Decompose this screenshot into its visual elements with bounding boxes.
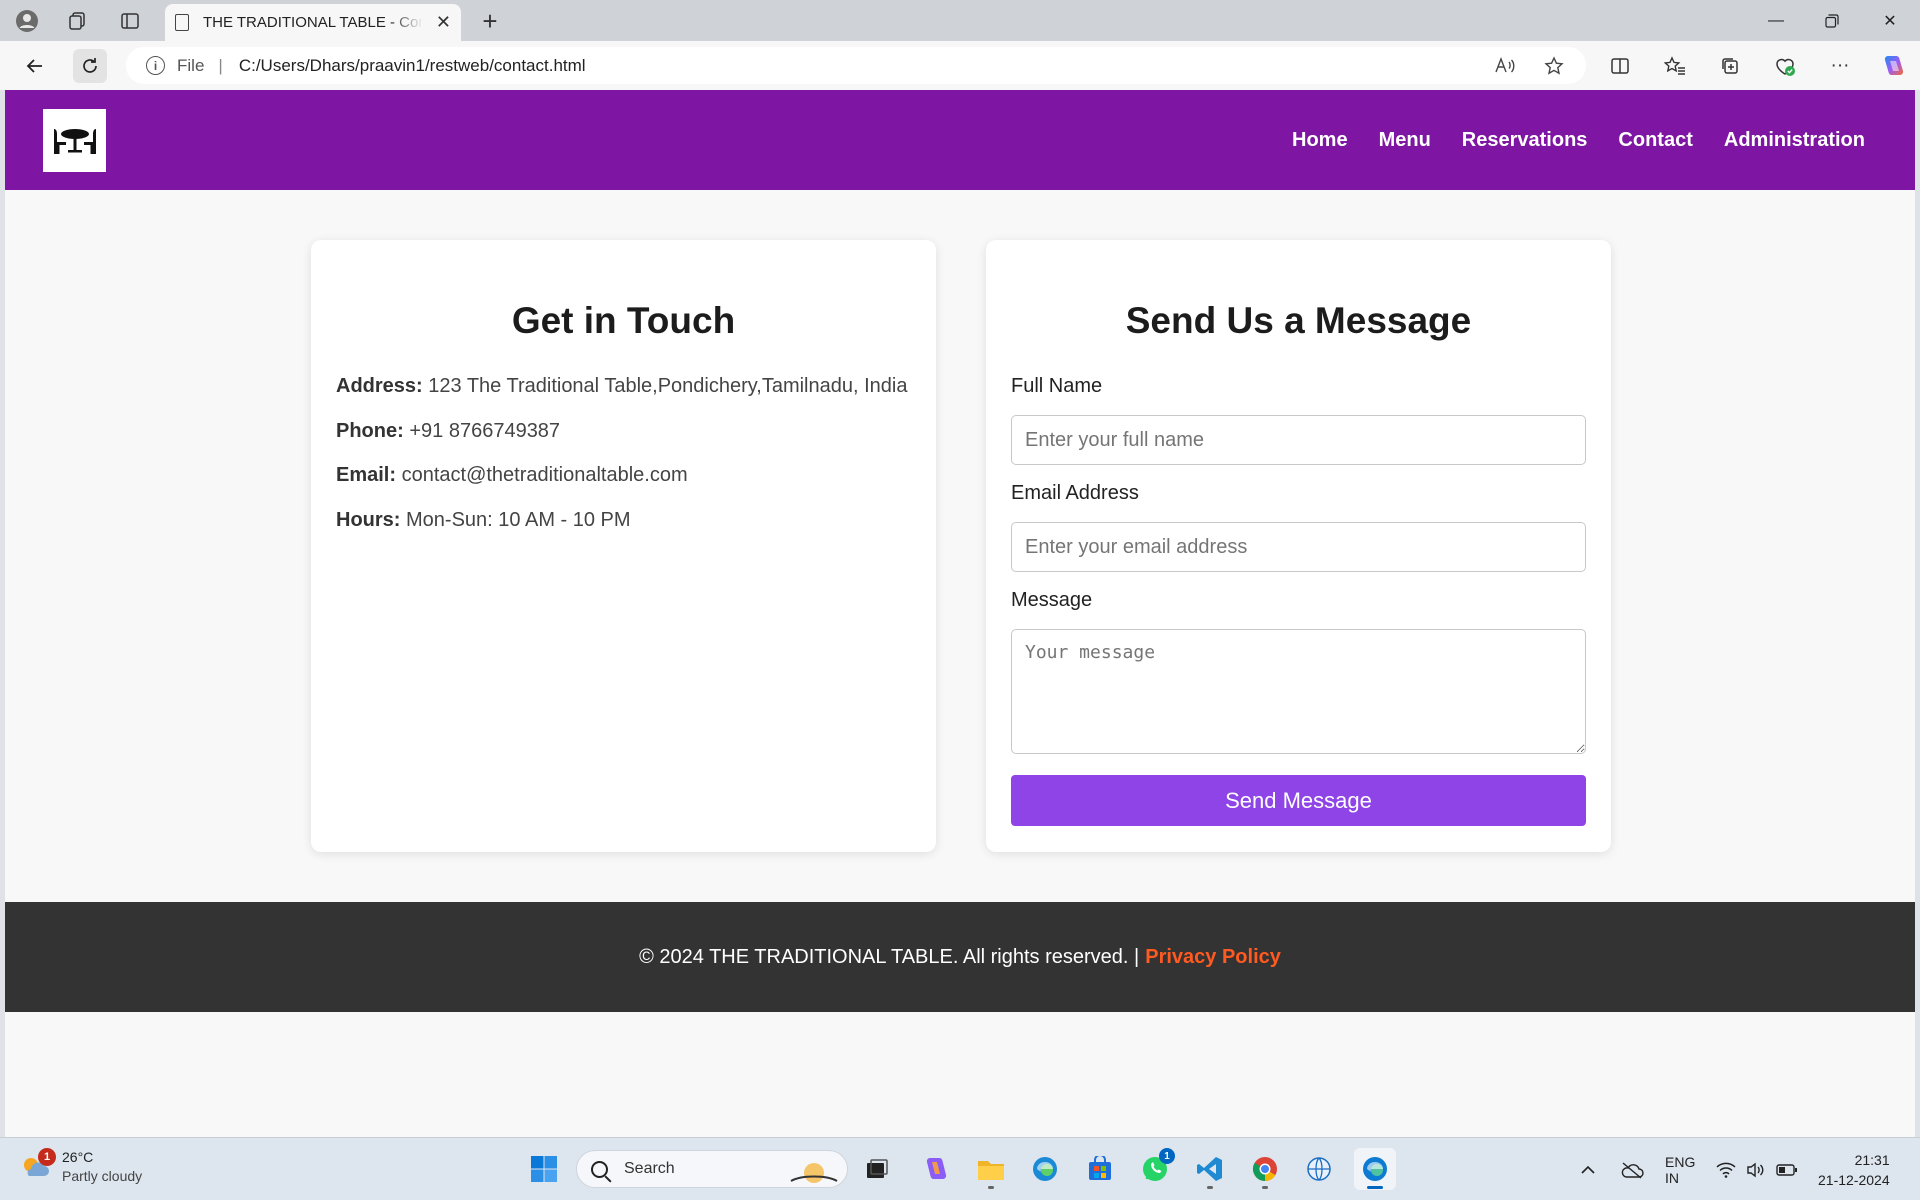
search-icon <box>591 1160 608 1178</box>
site-header: Home Menu Reservations Contact Administr… <box>5 90 1915 190</box>
globe-app-icon[interactable] <box>1298 1148 1340 1190</box>
task-view-button[interactable] <box>856 1148 898 1190</box>
chrome-icon[interactable] <box>1244 1148 1286 1190</box>
start-button[interactable] <box>523 1148 565 1190</box>
browser-essentials-icon[interactable] <box>1768 49 1802 83</box>
language-indicator[interactable]: ENG IN <box>1665 1138 1695 1200</box>
site-footer: © 2024 THE TRADITIONAL TABLE. All rights… <box>5 902 1915 1012</box>
clock-date: 21-12-2024 <box>1818 1171 1890 1188</box>
file-explorer-icon[interactable] <box>970 1148 1012 1190</box>
nav-menu[interactable]: Menu <box>1379 129 1431 152</box>
email-label: Email: <box>336 464 397 486</box>
phone-value: +91 8766749387 <box>409 420 561 442</box>
new-tab-icon[interactable]: + <box>475 6 505 36</box>
dining-table-icon <box>53 128 96 154</box>
main-nav: Home Menu Reservations Contact Administr… <box>1261 90 1865 190</box>
weather-icon: 1 <box>20 1148 56 1182</box>
profile-icon[interactable] <box>12 6 42 36</box>
tab-contact[interactable]: THE TRADITIONAL TABLE - Contact ✕ <box>165 4 461 41</box>
more-options-icon[interactable]: ··· <box>1823 49 1857 83</box>
back-icon[interactable] <box>18 49 52 83</box>
url-scheme-label: File <box>177 55 205 75</box>
nav-administration[interactable]: Administration <box>1724 129 1865 152</box>
message-label: Message <box>1011 589 1093 611</box>
full-name-input[interactable] <box>1011 415 1586 465</box>
email-value: contact@thetraditionaltable.com <box>401 464 688 486</box>
close-window-icon[interactable]: ✕ <box>1862 0 1918 41</box>
url-text: C:/Users/Dhars/praavin1/restweb/contact.… <box>238 55 586 75</box>
email-address-label: Email Address <box>1011 482 1139 504</box>
battery-icon[interactable] <box>1776 1138 1798 1200</box>
volume-icon[interactable] <box>1746 1138 1766 1200</box>
restore-icon[interactable] <box>1804 0 1860 41</box>
search-placeholder: Search <box>624 1160 675 1177</box>
wifi-icon[interactable] <box>1716 1138 1736 1200</box>
url-field[interactable]: i File | C:/Users/Dhars/praavin1/restweb… <box>126 47 1586 84</box>
nav-home[interactable]: Home <box>1292 129 1348 152</box>
copilot-icon[interactable] <box>1876 49 1910 83</box>
edge-active-icon[interactable] <box>1354 1148 1396 1190</box>
email-line: Email: contact@thetraditionaltable.com <box>336 464 688 487</box>
vscode-icon[interactable] <box>1189 1148 1231 1190</box>
search-highlight-icon <box>790 1163 838 1183</box>
whatsapp-badge: 1 <box>1159 1148 1175 1164</box>
message-form-card: Send Us a Message Full Name Email Addres… <box>986 240 1611 852</box>
phone-label: Phone: <box>336 420 404 442</box>
onedrive-icon[interactable] <box>1620 1138 1644 1200</box>
nav-reservations[interactable]: Reservations <box>1462 129 1588 152</box>
tab-actions-icon[interactable] <box>115 6 145 36</box>
whatsapp-icon[interactable]: 1 <box>1134 1148 1176 1190</box>
lang-top: ENG <box>1665 1153 1696 1170</box>
close-tab-icon[interactable]: ✕ <box>436 12 451 33</box>
nav-contact[interactable]: Contact <box>1618 129 1692 152</box>
workspaces-icon[interactable] <box>62 6 92 36</box>
tab-title: THE TRADITIONAL TABLE - Contact <box>203 14 423 31</box>
browser-tab-bar: THE TRADITIONAL TABLE - Contact ✕ + — ✕ <box>0 0 1920 41</box>
message-textarea[interactable] <box>1011 629 1586 754</box>
address-value: 123 The Traditional Table,Pondichery,Tam… <box>428 375 908 397</box>
contact-title: Get in Touch <box>511 300 736 341</box>
hours-label: Hours: <box>336 509 401 531</box>
page-viewport: Home Menu Reservations Contact Administr… <box>5 90 1915 1137</box>
address-label: Address: <box>336 375 423 397</box>
email-address-input[interactable] <box>1011 522 1586 572</box>
favorites-icon[interactable] <box>1658 49 1692 83</box>
collections-icon[interactable] <box>1713 49 1747 83</box>
system-clock[interactable]: 21:31 21-12-2024 <box>1818 1138 1890 1200</box>
browser-address-bar: i File | C:/Users/Dhars/praavin1/restweb… <box>0 41 1920 90</box>
weather-badge: 1 <box>38 1148 56 1166</box>
address-line: Address: 123 The Traditional Table,Pondi… <box>336 375 907 398</box>
weather-widget[interactable]: 1 26°C Partly cloudy <box>20 1148 142 1186</box>
minimize-icon[interactable]: — <box>1748 0 1804 41</box>
edge-app-icon[interactable] <box>1024 1148 1066 1190</box>
full-name-label: Full Name <box>1011 375 1103 397</box>
site-info-icon[interactable]: i <box>146 56 165 75</box>
weather-condition: Partly cloudy <box>62 1168 143 1184</box>
form-title: Send Us a Message <box>1125 300 1472 341</box>
restaurant-logo[interactable] <box>43 109 106 172</box>
url-separator: | <box>218 55 223 75</box>
read-aloud-icon[interactable] <box>1488 49 1522 83</box>
page-icon <box>175 14 189 31</box>
hours-line: Hours: Mon-Sun: 10 AM - 10 PM <box>336 509 631 532</box>
windows-taskbar: 1 26°C Partly cloudy Search 1 ENG IN 21:… <box>0 1137 1920 1200</box>
phone-line: Phone: +91 8766749387 <box>336 420 560 443</box>
reload-icon[interactable] <box>73 49 107 83</box>
copyright-text: © 2024 THE TRADITIONAL TABLE. All rights… <box>639 945 1140 968</box>
privacy-policy-link[interactable]: Privacy Policy <box>1145 946 1281 969</box>
clock-time: 21:31 <box>1854 1151 1890 1168</box>
split-screen-icon[interactable] <box>1603 49 1637 83</box>
weather-temp: 26°C <box>62 1149 94 1165</box>
windows-logo-icon <box>531 1156 557 1182</box>
hours-value: Mon-Sun: 10 AM - 10 PM <box>406 509 631 531</box>
send-message-button[interactable]: Send Message <box>1011 775 1586 826</box>
show-hidden-icons[interactable] <box>1580 1138 1596 1200</box>
copilot-app-icon[interactable] <box>914 1148 956 1190</box>
lang-bottom: IN <box>1665 1169 1679 1186</box>
favorite-star-icon[interactable] <box>1537 49 1571 83</box>
contact-info-card: Get in Touch Address: 123 The Traditiona… <box>311 240 936 852</box>
microsoft-store-icon[interactable] <box>1079 1148 1121 1190</box>
taskbar-search[interactable]: Search <box>576 1150 848 1188</box>
